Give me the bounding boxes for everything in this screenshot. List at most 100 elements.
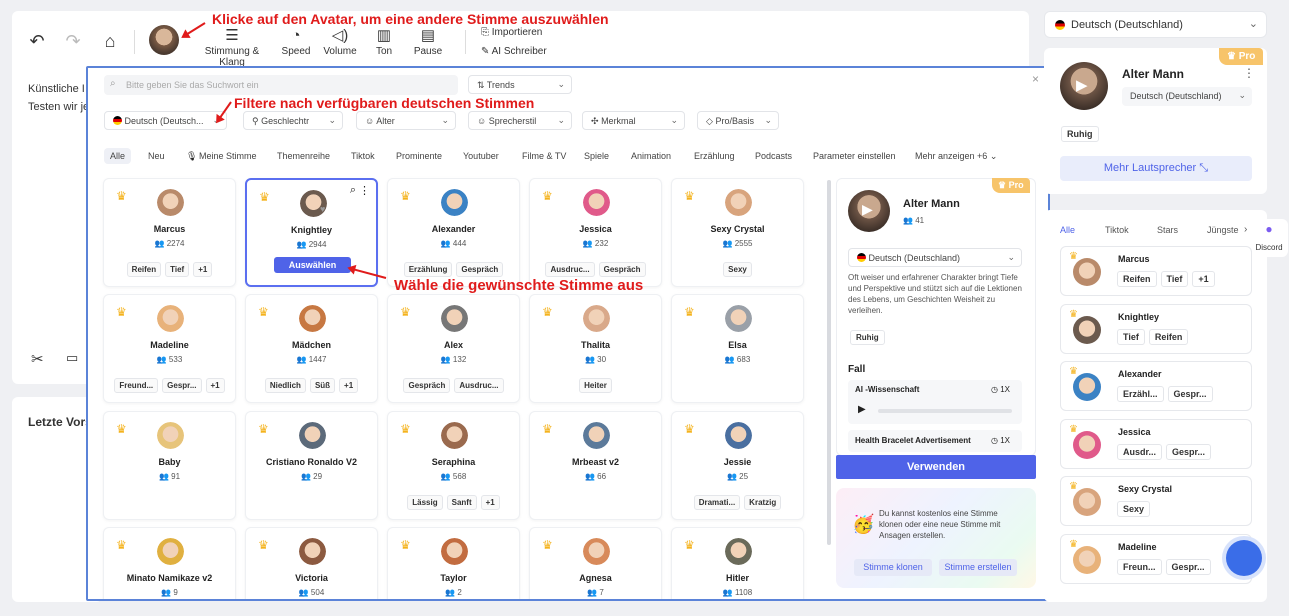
voice-card[interactable]: ♛ Taylor 👥 2 [387, 527, 520, 599]
sidebar-tab-juengste[interactable]: Jüngste [1207, 225, 1239, 235]
tab-erzaehlung[interactable]: Erzählung [694, 151, 735, 161]
voice-card[interactable]: ♛ Marcus 👥 2274 Reifen Tief +1 [103, 178, 236, 287]
scissors-icon[interactable]: ✂ [31, 350, 44, 368]
voice-card[interactable]: ♛ Hitler 👥 1108 [671, 527, 804, 599]
case1-play-icon[interactable]: ▶ [858, 404, 866, 415]
toolbox-icon[interactable]: ⌂ [97, 28, 123, 54]
voice-avatar[interactable] [725, 189, 752, 216]
voice-avatar[interactable] [441, 422, 468, 449]
voice-avatar[interactable] [583, 189, 610, 216]
sidebar-voice-card[interactable]: ♛ Sexy Crystal Sexy [1060, 476, 1252, 526]
filter-feature[interactable]: ✣ Merkmal ⌄ [582, 111, 685, 130]
tab-filme-tv[interactable]: Filme & TV [522, 151, 566, 161]
voice-card[interactable]: ♛ Alexander 👥 444 Erzählung Gespräch [387, 178, 520, 287]
sidebar-voice-avatar[interactable] [1073, 315, 1101, 344]
case1-speed[interactable]: ◷ 1X [991, 385, 1010, 394]
voice-card[interactable]: ♛ Jessie 👥 25 Dramati... Kratzig [671, 411, 804, 520]
import-button[interactable]: ⎘ Importieren [481, 27, 542, 38]
discord-button[interactable]: ● Discord [1250, 219, 1288, 257]
voice-card[interactable]: ♛ Agnesa 👥 7 [529, 527, 662, 599]
voice-card[interactable]: ♛ Cristiano Ronaldo V2 👥 29 [245, 411, 378, 520]
scrollbar[interactable] [827, 180, 831, 545]
tool-mood[interactable]: ☰ Stimmung & Klang [191, 26, 273, 68]
tab-meine-stimme[interactable]: Meine Stimme [199, 151, 257, 161]
sidebar-voice-card[interactable]: ♛ Madeline Freun... Gespr... [1060, 533, 1252, 584]
voice-card[interactable]: ♛ Minato Namikaze v2 👥 9 [103, 527, 236, 599]
voice-avatar[interactable] [583, 422, 610, 449]
voice-card[interactable]: ♛ Jessica 👥 232 Ausdruc... Gespräch [529, 178, 662, 287]
voice-card[interactable]: ♛ Baby 👥 91 [103, 411, 236, 520]
editor-text-2[interactable]: Testen wir je [28, 101, 89, 113]
subtitle-icon[interactable]: ▭ [66, 350, 78, 366]
tab-alle[interactable]: Alle [104, 148, 132, 164]
tab-prominente[interactable]: Prominente [396, 151, 442, 161]
create-button[interactable]: Stimme erstellen [939, 559, 1017, 576]
sort-select[interactable]: ⇅ Trends ⌄ [468, 75, 572, 94]
sidebar-tab-alle[interactable]: Alle [1060, 225, 1075, 235]
search-input[interactable]: ⌕ Bitte geben Sie das Suchwort ein [104, 75, 458, 95]
voice-avatar[interactable] [583, 538, 610, 565]
voice-avatar[interactable] [441, 538, 468, 565]
filter-style[interactable]: ☺ Sprecherstil ⌄ [468, 111, 572, 130]
tab-tiktok[interactable]: Tiktok [351, 151, 375, 161]
select-button[interactable]: Auswählen [274, 257, 351, 273]
tool-speed[interactable]: ◔ Speed [280, 26, 312, 57]
tool-pause[interactable]: ▤ Pause [412, 26, 444, 57]
tab-podcasts[interactable]: Podcasts [755, 151, 792, 161]
tab-themenreihe[interactable]: Themenreihe [277, 151, 330, 161]
sidebar-voice-card[interactable]: ♛ Jessica Ausdr... Gespr... [1060, 418, 1252, 469]
voice-avatar[interactable] [157, 305, 184, 332]
voice-card[interactable]: ♛ Elsa 👥 683 [671, 294, 804, 403]
voice-avatar[interactable] [725, 305, 752, 332]
undo-icon[interactable]: ↶ [24, 28, 50, 54]
voice-card[interactable]: ♛ Thalita 👥 30 Heiter [529, 294, 662, 403]
voice-avatar[interactable] [299, 305, 326, 332]
tab-spiele[interactable]: Spiele [584, 151, 609, 161]
voice-avatar[interactable] [725, 422, 752, 449]
voice-avatar[interactable] [299, 538, 326, 565]
filter-language[interactable]: Deutsch (Deutsch...⌄ [104, 111, 227, 130]
filter-gender[interactable]: ⚲ Geschlechtr ⌄ [243, 111, 343, 130]
redo-icon[interactable]: ↷ [60, 28, 86, 54]
voice-avatar[interactable] [725, 538, 752, 565]
tab-neu[interactable]: Neu [148, 151, 165, 161]
current-play-icon[interactable]: ▶ [1076, 76, 1088, 94]
clone-button[interactable]: Stimme klonen [854, 559, 932, 576]
chevron-right-icon[interactable]: › [1244, 224, 1247, 235]
current-more-icon[interactable]: ⋮ [1243, 66, 1255, 80]
tab-youtuber[interactable]: Youtuber [463, 151, 499, 161]
sidebar-voice-avatar[interactable] [1073, 258, 1101, 286]
voice-card[interactable]: ♛ Victoria 👥 504 [245, 527, 378, 599]
play-icon[interactable]: ▶ [862, 201, 873, 218]
heart-icon[interactable]: ♥ [320, 204, 325, 214]
case2-speed[interactable]: ◷ 1X [991, 436, 1010, 445]
voice-avatar[interactable] [157, 422, 184, 449]
case1-progress[interactable] [878, 409, 1012, 413]
sidebar-voice-avatar[interactable] [1073, 430, 1101, 459]
detail-language-select[interactable]: Deutsch (Deutschland) ⌄ [848, 248, 1022, 267]
voice-card[interactable]: ♛ Mrbeast v2 👥 66 [529, 411, 662, 520]
voice-avatar[interactable] [299, 422, 326, 449]
voice-avatar[interactable] [157, 538, 184, 565]
editor-text-1[interactable]: Künstliche I [28, 83, 85, 95]
voice-card[interactable]: ♛ Seraphina 👥 568 Lässig Sanft +1 [387, 411, 520, 520]
current-language-select[interactable]: Deutsch (Deutschland) ⌄ [1122, 87, 1252, 106]
chat-bot-icon[interactable] [1226, 540, 1262, 576]
tool-volume[interactable]: ◁) Volume [322, 26, 358, 57]
voice-card[interactable]: ♛ Mädchen 👥 1447 Niedlich Süß +1 [245, 294, 378, 403]
filter-plan[interactable]: ◇ Pro/Basis ⌄ [697, 111, 779, 130]
filter-age[interactable]: ☺ Alter ⌄ [356, 111, 456, 130]
language-select[interactable]: Deutsch (Deutschland) ⌄ [1044, 11, 1267, 38]
voice-card[interactable]: ♛ Sexy Crystal 👥 2555 Sexy [671, 178, 804, 287]
voice-avatar[interactable] [441, 305, 468, 332]
sidebar-tab-stars[interactable]: Stars [1157, 225, 1178, 235]
voice-card[interactable]: ♛ Alex 👥 132 Gespräch Ausdruc... [387, 294, 520, 403]
tab-animation[interactable]: Animation [631, 151, 671, 161]
voice-avatar[interactable] [149, 25, 179, 55]
close-icon[interactable]: × [1032, 72, 1039, 86]
sidebar-voice-avatar[interactable] [1073, 373, 1101, 401]
sidebar-voice-card[interactable]: ♛ Alexander Erzähl... Gespr... [1060, 361, 1252, 411]
sidebar-tab-tiktok[interactable]: Tiktok [1105, 225, 1129, 235]
sidebar-voice-card[interactable]: ♛ Marcus Reifen Tief +1 [1060, 246, 1252, 296]
voice-avatar[interactable] [583, 305, 610, 332]
